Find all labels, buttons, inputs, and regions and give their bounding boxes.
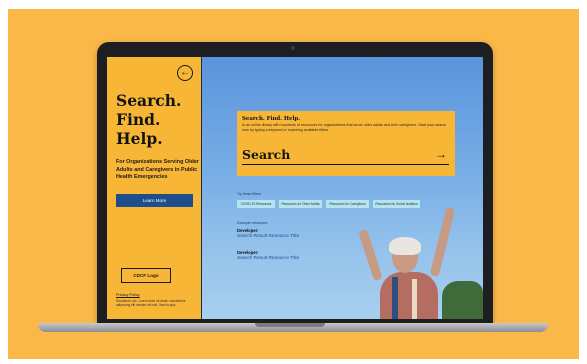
laptop: ← Search. Find. Help. For Organizations … (97, 42, 493, 324)
developer-label: Developer: (237, 250, 259, 255)
camera (291, 46, 295, 50)
person-arm (358, 228, 383, 282)
headline: Search. Find. Help. (116, 91, 196, 148)
search-input[interactable]: Search → (242, 145, 449, 165)
filter-chip[interactable]: Resources for Older Adults (279, 200, 322, 208)
arrow-left-circle-icon[interactable]: ← (177, 65, 193, 81)
developer-label: Developer: (237, 228, 259, 233)
tagline: For Organizations Serving Older Adults a… (116, 159, 199, 181)
search-card: Search. Find. Help. Is an online library… (237, 111, 455, 176)
card-description: Is an online library with hundreds of re… (242, 123, 447, 133)
resource-link[interactable]: Search Result Resource Title (237, 256, 299, 261)
examples-label: Example resources: (237, 221, 268, 225)
resource-link[interactable]: Search Result Resource Title (237, 234, 299, 239)
screen: ← Search. Find. Help. For Organizations … (107, 57, 483, 319)
privacy-link[interactable]: Privacy Policy (116, 293, 140, 297)
logo-placeholder: CDCF Logo (121, 268, 171, 283)
search-label: Search (242, 147, 291, 162)
person-image (380, 272, 438, 319)
filter-chip[interactable]: Resources for Caregivers (326, 200, 369, 208)
headline-line: Search. (116, 91, 182, 110)
card-title: Search. Find. Help. (242, 116, 301, 122)
arrow-right-icon[interactable]: → (435, 145, 447, 164)
person-arm (429, 206, 456, 278)
filters-label: Try these filters: (237, 192, 262, 196)
laptop-notch (255, 323, 325, 327)
filter-chip[interactable]: COVID-19 Resources (237, 200, 275, 208)
person-image (412, 279, 417, 319)
person-image (392, 277, 398, 319)
learn-more-button[interactable]: Learn More (116, 194, 193, 207)
hero: Search. Find. Help. Is an online library… (202, 57, 483, 319)
sidebar: ← Search. Find. Help. For Organizations … (107, 57, 202, 319)
person-image (389, 237, 421, 255)
headline-line: Help. (116, 129, 163, 148)
trees-image (442, 281, 483, 319)
filter-chip[interactable]: Resources for Social Isolation (373, 200, 420, 208)
disclaimer: Disclaimer, etc., lorem dolor sit amet, … (116, 299, 186, 308)
headline-line: Find. (116, 110, 161, 129)
